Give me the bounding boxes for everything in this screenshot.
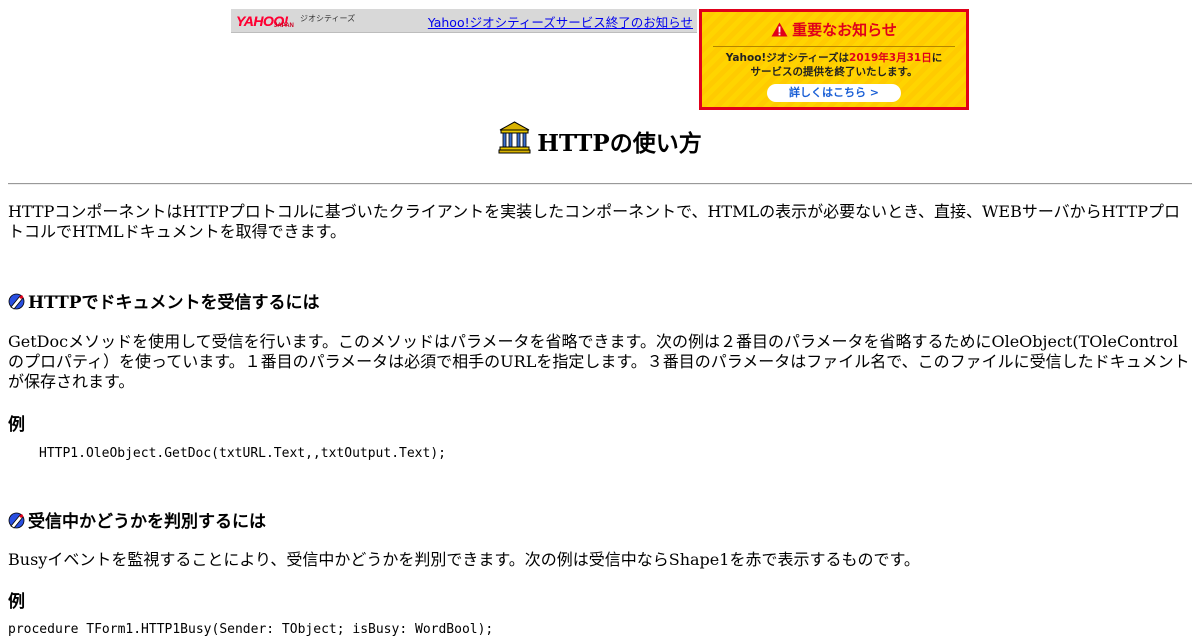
pen-icon — [8, 293, 25, 310]
pen-icon — [8, 512, 25, 529]
notice-title-row: 重要なお知らせ — [709, 19, 959, 41]
notice-body-line2: サービスの提供を終了いたします。 — [750, 66, 918, 78]
section1-heading: HTTPでドキュメントを受信するには — [28, 293, 320, 313]
important-notice-banner[interactable]: 重要なお知らせ Yahoo!ジオシティーズは2019年3月31日に サービスの提… — [699, 9, 969, 110]
geocities-service-name: ジオシティーズ — [300, 14, 356, 23]
notice-title: 重要なお知らせ — [792, 21, 897, 39]
building-icon — [498, 120, 531, 153]
section2-heading: 受信中かどうかを判別するには — [28, 512, 266, 532]
notice-body-date: 2019年3月31日 — [849, 52, 932, 64]
notice-body: Yahoo!ジオシティーズは2019年3月31日に サービスの提供を終了いたしま… — [709, 51, 959, 79]
section1-example-label: 例 — [8, 415, 25, 435]
section2-text: Busyイベントを監視することにより、受信中かどうかを判別できます。次の例は受信… — [8, 550, 920, 569]
page-title-row: HTTPの使い方 — [0, 120, 1200, 158]
page-title: HTTPの使い方 — [537, 130, 702, 157]
notice-body-pre: Yahoo!ジオシティーズは — [725, 52, 850, 64]
notice-body-post: に — [931, 52, 943, 64]
section1-code: HTTP1.OleObject.GetDoc(txtURL.Text,,txtO… — [39, 446, 446, 461]
section2-example-label: 例 — [8, 592, 25, 612]
section1-heading-row: HTTPでドキュメントを受信するには — [8, 293, 320, 313]
notice-details-button[interactable]: 詳しくはこちら > — [767, 84, 901, 102]
section2-heading-row: 受信中かどうかを判別するには — [8, 512, 266, 532]
intro-paragraph: HTTPコンポーネントはHTTPプロトコルに基づいたクライアントを実装したコンポ… — [8, 202, 1181, 241]
section1-text: GetDocメソッドを使用して受信を行います。このメソッドはパラメータを省略でき… — [8, 332, 1190, 391]
yahoo-geocities-bar: YAHOO! JAPAN ジオシティーズ Yahoo!ジオシティーズサービス終了… — [231, 9, 697, 33]
title-divider — [8, 183, 1192, 185]
yahoo-logo[interactable]: YAHOO! JAPAN ジオシティーズ — [236, 11, 355, 31]
page: YAHOO! JAPAN ジオシティーズ Yahoo!ジオシティーズサービス終了… — [0, 0, 1200, 637]
yahoo-logo-sub: JAPAN — [274, 23, 294, 29]
service-end-link[interactable]: Yahoo!ジオシティーズサービス終了のお知らせ — [428, 12, 693, 31]
warning-icon — [771, 22, 788, 37]
notice-divider — [713, 46, 955, 47]
